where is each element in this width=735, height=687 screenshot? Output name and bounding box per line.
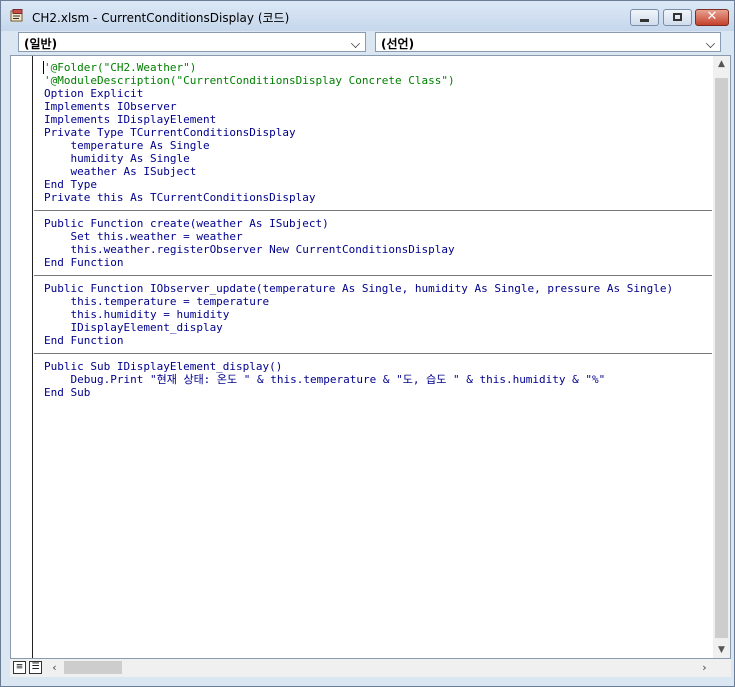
procedure-separator — [34, 210, 712, 211]
margin-indicator-bar[interactable] — [11, 56, 33, 658]
code-line[interactable]: Set this.weather = weather — [44, 230, 242, 243]
code-line[interactable]: Public Sub IDisplayElement_display() — [44, 360, 282, 373]
code-line[interactable]: IDisplayElement_display — [44, 321, 222, 334]
minimize-button[interactable] — [630, 9, 659, 26]
code-line[interactable]: '@Folder("CH2.Weather") — [44, 61, 196, 74]
chevron-down-icon — [706, 39, 715, 48]
maximize-button[interactable] — [663, 9, 692, 26]
code-line[interactable]: Private Type TCurrentConditionsDisplay — [44, 126, 296, 139]
code-line[interactable]: this.humidity = humidity — [44, 308, 229, 321]
code-line[interactable]: End Function — [44, 256, 123, 269]
scroll-down-button[interactable]: ▼ — [713, 642, 730, 658]
code-line[interactable]: Public Function create(weather As ISubje… — [44, 217, 329, 230]
procedure-dropdown-value: (선언) — [381, 37, 415, 51]
procedure-view-button[interactable]: ≡ — [13, 661, 26, 674]
code-line[interactable]: End Type — [44, 178, 97, 191]
chevron-left-icon: ‹ — [52, 661, 57, 674]
object-dropdown[interactable]: (일반) — [18, 32, 366, 52]
window-title: CH2.xlsm - CurrentConditionsDisplay (코드) — [32, 11, 290, 25]
title-bar[interactable]: CH2.xlsm - CurrentConditionsDisplay (코드)… — [1, 1, 734, 31]
code-line[interactable]: temperature As Single — [44, 139, 209, 152]
code-line[interactable]: humidity As Single — [44, 152, 189, 165]
code-line[interactable]: this.temperature = temperature — [44, 295, 269, 308]
code-line[interactable]: Implements IDisplayElement — [44, 113, 216, 126]
full-module-view-button[interactable]: ☰ — [29, 661, 42, 674]
close-icon: ✕ — [706, 9, 718, 24]
procedure-dropdown[interactable]: (선언) — [375, 32, 721, 52]
scroll-up-button[interactable]: ▲ — [713, 56, 730, 72]
close-button[interactable]: ✕ — [695, 9, 729, 26]
code-editor[interactable]: '@Folder("CH2.Weather") '@ModuleDescripti… — [10, 55, 731, 659]
vbe-code-window: CH2.xlsm - CurrentConditionsDisplay (코드)… — [0, 0, 735, 687]
procedure-separator — [34, 275, 712, 276]
code-line[interactable]: End Function — [44, 334, 123, 347]
code-line[interactable]: weather As ISubject — [44, 165, 196, 178]
procedure-view-icon: ≡ — [15, 662, 24, 672]
scroll-right-button[interactable]: › — [696, 659, 713, 677]
code-line[interactable]: Public Function IObserver_update(tempera… — [44, 282, 673, 295]
chevron-right-icon: › — [702, 661, 707, 674]
bottom-bar: ≡ ☰ ‹ › — [10, 659, 731, 677]
chevron-down-icon — [351, 39, 360, 48]
code-line[interactable]: Private this As TCurrentConditionsDispla… — [44, 191, 316, 204]
procedure-separator — [34, 353, 712, 354]
chevron-down-icon: ▼ — [718, 645, 725, 655]
code-line[interactable]: Debug.Print "현재 상태: 온도 " & this.temperat… — [44, 373, 605, 386]
minimize-icon — [640, 19, 649, 22]
code-line[interactable]: this.weather.registerObserver New Curren… — [44, 243, 454, 256]
chevron-up-icon: ▲ — [718, 59, 725, 69]
code-line[interactable]: Implements IObserver — [44, 100, 176, 113]
full-module-view-icon: ☰ — [31, 662, 40, 672]
maximize-icon — [673, 13, 682, 21]
code-line[interactable]: Option Explicit — [44, 87, 143, 100]
code-line[interactable]: '@ModuleDescription("CurrentConditionsDi… — [44, 74, 455, 87]
code-pane[interactable]: '@Folder("CH2.Weather") '@ModuleDescripti… — [34, 58, 712, 656]
vba-module-icon — [10, 9, 23, 22]
vertical-scroll-thumb[interactable] — [715, 78, 728, 638]
code-line[interactable]: End Sub — [44, 386, 90, 399]
combo-bar: (일반) (선언) — [1, 31, 734, 55]
object-dropdown-value: (일반) — [24, 37, 58, 51]
horizontal-scroll-thumb[interactable] — [64, 661, 122, 674]
vertical-scrollbar[interactable]: ▲ ▼ — [713, 56, 730, 658]
scroll-left-button[interactable]: ‹ — [46, 659, 63, 677]
